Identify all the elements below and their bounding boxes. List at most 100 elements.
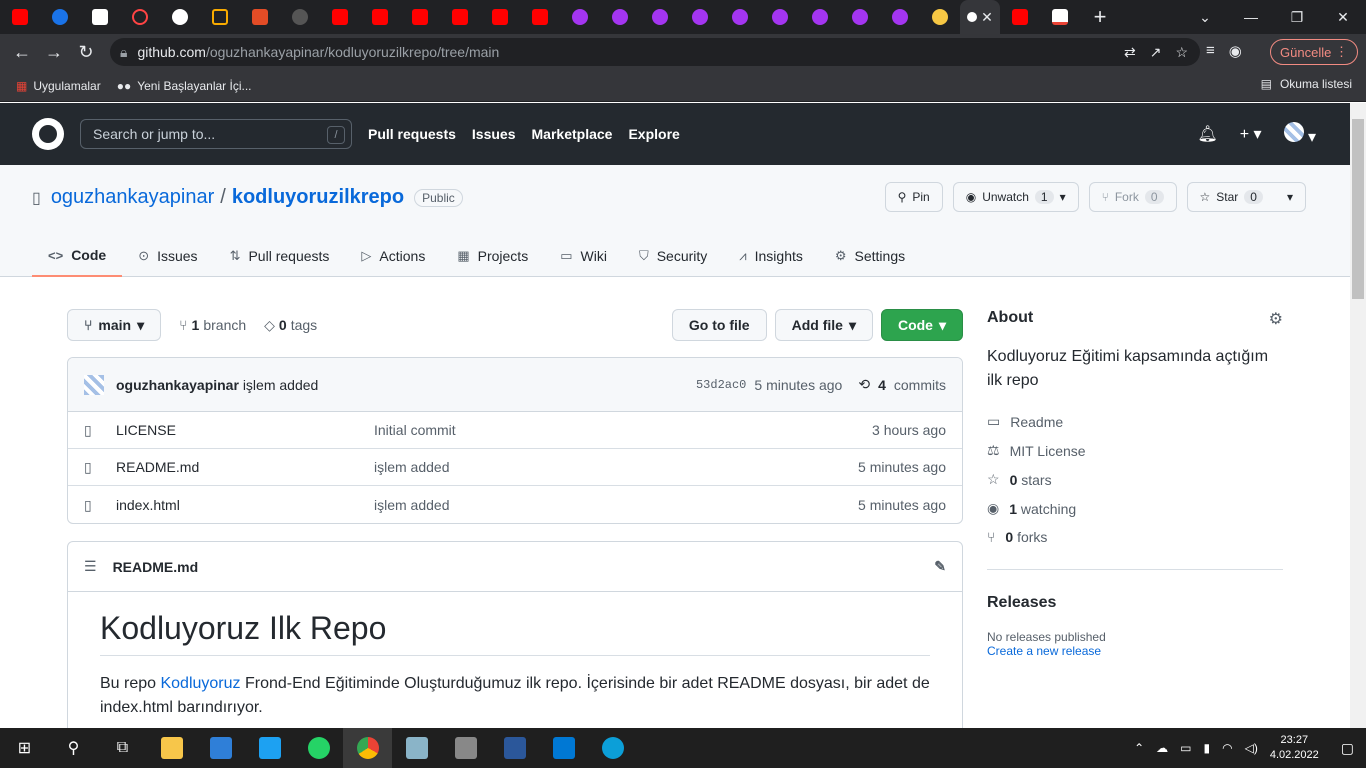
tab-github[interactable]	[280, 0, 320, 34]
scrollbar-thumb[interactable]	[1352, 119, 1364, 299]
tab-wikipedia[interactable]	[80, 0, 120, 34]
share-icon[interactable]: ↗	[1150, 44, 1162, 61]
profile-avatar[interactable]: ◉	[1229, 42, 1242, 60]
tab-settings[interactable]: ⚙ Settings	[819, 235, 921, 277]
bell-icon[interactable]: 🔔︎	[1197, 124, 1217, 144]
repo-name-link[interactable]: kodluyoruzilkrepo	[232, 186, 404, 209]
tab-udemy[interactable]	[840, 0, 880, 34]
tab-youtube[interactable]	[440, 0, 480, 34]
tab-udemy[interactable]	[560, 0, 600, 34]
kodluyoruz-link[interactable]: Kodluyoruz	[160, 675, 240, 692]
tags-link[interactable]: ◇ 0 tags	[264, 317, 317, 334]
tab-search-icon[interactable]: ⌄	[1182, 0, 1228, 34]
tab-wiki[interactable]: ▭ Wiki	[544, 235, 623, 277]
onedrive-icon[interactable]: ☁	[1156, 741, 1168, 755]
stars-link[interactable]: ☆ 0 stars	[987, 471, 1283, 488]
tab-udemy[interactable]	[600, 0, 640, 34]
tab-site[interactable]	[920, 0, 960, 34]
maximize-icon[interactable]: ❐	[1274, 0, 1320, 34]
tab-youtube[interactable]	[360, 0, 400, 34]
commit-sha[interactable]: 53d2ac0	[696, 378, 746, 392]
word-icon[interactable]	[490, 728, 539, 768]
tab-pull-requests[interactable]: ⇅ Pull requests	[214, 235, 346, 277]
branches-link[interactable]: ⑂ 1 branch	[179, 317, 246, 333]
tab-udemy[interactable]	[880, 0, 920, 34]
file-name[interactable]: index.html	[116, 497, 374, 513]
new-tab-button[interactable]: +	[1080, 4, 1120, 30]
microphone-icon[interactable]: ▮	[1204, 741, 1211, 755]
volume-icon[interactable]: ◁)	[1245, 741, 1258, 755]
nav-issues[interactable]: Issues	[472, 126, 516, 142]
tab-actions[interactable]: ▷ Actions	[345, 235, 441, 277]
chrome-icon[interactable]	[343, 728, 392, 768]
start-icon[interactable]: ⊞	[0, 728, 49, 768]
url-field[interactable]: 🔒︎ github.com/oguzhankayapinar/kodluyoru…	[110, 38, 1200, 66]
tab-power[interactable]	[120, 0, 160, 34]
tab-youtube[interactable]	[1000, 0, 1040, 34]
tab-security[interactable]: ⛉ Security	[623, 235, 723, 277]
media-icon[interactable]: ≡	[1206, 42, 1215, 60]
twitter-icon[interactable]	[245, 728, 294, 768]
watching-link[interactable]: ◉ 1 watching	[987, 500, 1283, 517]
battery-icon[interactable]: ▭	[1180, 741, 1191, 755]
calculator-icon[interactable]	[441, 728, 490, 768]
tab-youtube[interactable]	[400, 0, 440, 34]
file-commit-message[interactable]: işlem added	[374, 497, 450, 513]
notification-icon[interactable]: ▢	[1341, 740, 1354, 757]
file-commit-message[interactable]: işlem added	[374, 459, 450, 475]
avatar[interactable]	[84, 374, 104, 395]
tab-youtube[interactable]	[520, 0, 560, 34]
back-icon[interactable]: ←	[6, 36, 38, 68]
commits-label[interactable]: commits	[894, 377, 946, 393]
wifi-icon[interactable]: ◠	[1222, 741, 1232, 755]
bookmark-medium[interactable]: ●● Yeni Başlayanlar İçi...	[117, 79, 252, 93]
list-icon[interactable]: ☰	[84, 558, 97, 575]
nav-marketplace[interactable]: Marketplace	[532, 126, 613, 142]
chevron-down-icon[interactable]: ▾	[1287, 190, 1293, 204]
go-to-file-button[interactable]: Go to file	[671, 309, 767, 341]
page-scrollbar[interactable]	[1350, 103, 1366, 729]
commit-author[interactable]: oguzhankayapinar	[116, 377, 239, 393]
tab-udemy[interactable]	[640, 0, 680, 34]
user-menu[interactable]: ▾	[1283, 121, 1316, 147]
translate-icon[interactable]: ⇄	[1124, 44, 1136, 61]
forward-icon[interactable]: →	[38, 36, 70, 68]
file-explorer-icon[interactable]	[147, 728, 196, 768]
minimize-icon[interactable]: —	[1228, 0, 1274, 34]
tab-udemy[interactable]	[760, 0, 800, 34]
repo-owner-link[interactable]: oguzhankayapinar	[51, 186, 214, 209]
tab-site[interactable]	[40, 0, 80, 34]
tab-udemy[interactable]	[680, 0, 720, 34]
file-commit-message[interactable]: Initial commit	[374, 422, 456, 438]
tab-github-active[interactable]: ✕	[960, 0, 1000, 34]
nav-pull-requests[interactable]: Pull requests	[368, 126, 456, 142]
tab-code[interactable]	[240, 0, 280, 34]
pencil-icon[interactable]: ✎	[934, 558, 946, 575]
create-new-button[interactable]: + ▾	[1240, 124, 1262, 144]
add-file-button[interactable]: Add file ▾	[774, 309, 873, 341]
forks-link[interactable]: ⑂ 0 forks	[987, 529, 1283, 545]
bookmark-star-icon[interactable]: ☆	[1175, 44, 1188, 61]
tab-gmail[interactable]	[1040, 0, 1080, 34]
whatsapp-icon[interactable]	[294, 728, 343, 768]
file-name[interactable]: LICENSE	[116, 422, 374, 438]
license-link[interactable]: ⚖ MIT License	[987, 442, 1283, 459]
tab-udemy[interactable]	[800, 0, 840, 34]
unwatch-button[interactable]: ◉ Unwatch 1 ▾	[952, 182, 1079, 212]
notepad-icon[interactable]	[392, 728, 441, 768]
vscode-icon[interactable]	[539, 728, 588, 768]
commit-message[interactable]: işlem added	[243, 377, 319, 393]
tab-youtube[interactable]	[320, 0, 360, 34]
chevron-up-icon[interactable]: ⌃	[1134, 741, 1144, 755]
task-view-icon[interactable]: ⧉	[98, 728, 147, 768]
tab-youtube[interactable]	[0, 0, 40, 34]
file-name[interactable]: README.md	[116, 459, 374, 475]
reading-list-button[interactable]: ▤ Okuma listesi	[1261, 77, 1352, 91]
clock[interactable]: 23:27 4.02.2022	[1270, 733, 1319, 763]
tab-code[interactable]: <> Code	[32, 235, 123, 277]
nav-explore[interactable]: Explore	[628, 126, 679, 142]
tab-youtube[interactable]	[480, 0, 520, 34]
close-icon[interactable]: ✕	[981, 9, 993, 26]
tab-projects[interactable]: ▦ Projects	[441, 235, 544, 277]
edge-icon[interactable]	[588, 728, 637, 768]
